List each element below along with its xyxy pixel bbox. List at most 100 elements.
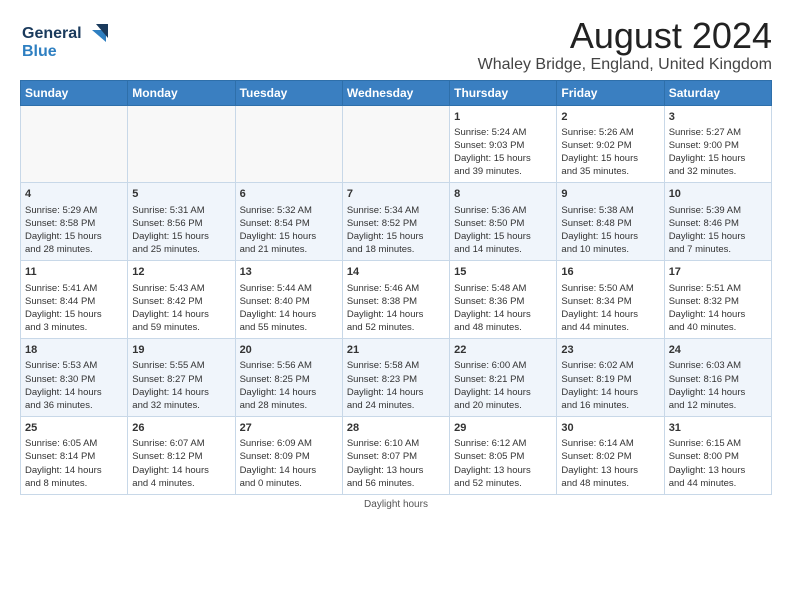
day-number: 1	[454, 110, 552, 125]
day-info: Sunrise: 5:29 AMSunset: 8:58 PMDaylight:…	[25, 204, 123, 256]
calendar-cell: 29Sunrise: 6:12 AMSunset: 8:05 PMDayligh…	[450, 416, 557, 494]
calendar-cell: 2Sunrise: 5:26 AMSunset: 9:02 PMDaylight…	[557, 105, 664, 183]
day-number: 29	[454, 421, 552, 436]
svg-text:General: General	[22, 25, 82, 42]
day-number: 13	[240, 265, 338, 280]
day-info: Sunrise: 6:15 AMSunset: 8:00 PMDaylight:…	[669, 437, 767, 489]
day-number: 15	[454, 265, 552, 280]
day-number: 31	[669, 421, 767, 436]
header: General Blue August 2024 Whaley Bridge, …	[20, 16, 772, 74]
footer-text: Daylight hours	[364, 499, 428, 510]
calendar-cell: 13 Sunrise: 5:44 AMSunset: 8:40 PMDayligh…	[235, 261, 342, 339]
day-number: 20	[240, 343, 338, 358]
day-number: 30	[561, 421, 659, 436]
calendar-cell: 27Sunrise: 6:09 AMSunset: 8:09 PMDayligh…	[235, 416, 342, 494]
day-number: 9	[561, 187, 659, 202]
calendar-cell: 17 Sunrise: 5:51 AMSunset: 8:32 PMDayligh…	[664, 261, 771, 339]
day-number: 22	[454, 343, 552, 358]
day-info: Sunrise: 5:38 AMSunset: 8:48 PMDaylight:…	[561, 204, 659, 256]
logo: General Blue	[20, 16, 110, 69]
day-number: 21	[347, 343, 445, 358]
day-info: Sunrise: 6:03 AMSunset: 8:16 PMDaylight:…	[669, 359, 767, 411]
day-number: 7	[347, 187, 445, 202]
day-number: 28	[347, 421, 445, 436]
day-number: 5	[132, 187, 230, 202]
title-area: August 2024 Whaley Bridge, England, Unit…	[478, 16, 772, 74]
day-number: 23	[561, 343, 659, 358]
day-number: 19	[132, 343, 230, 358]
calendar-cell: 14 Sunrise: 5:46 AMSunset: 8:38 PMDayligh…	[342, 261, 449, 339]
day-number: 11	[25, 265, 123, 280]
day-number: 4	[25, 187, 123, 202]
calendar-cell: 9 Sunrise: 5:38 AMSunset: 8:48 PMDaylight…	[557, 183, 664, 261]
day-info: Sunrise: 5:32 AMSunset: 8:54 PMDaylight:…	[240, 204, 338, 256]
calendar-cell: 16Sunrise: 5:50 AMSunset: 8:34 PMDayligh…	[557, 261, 664, 339]
calendar-cell: 4 Sunrise: 5:29 AMSunset: 8:58 PMDaylight…	[21, 183, 128, 261]
day-number: 18	[25, 343, 123, 358]
day-number: 27	[240, 421, 338, 436]
day-number: 6	[240, 187, 338, 202]
calendar-cell: 23Sunrise: 6:02 AMSunset: 8:19 PMDayligh…	[557, 339, 664, 417]
calendar-cell	[235, 105, 342, 183]
day-number: 3	[669, 110, 767, 125]
day-number: 26	[132, 421, 230, 436]
calendar-cell	[342, 105, 449, 183]
day-info: Sunrise: 6:14 AMSunset: 8:02 PMDaylight:…	[561, 437, 659, 489]
calendar-cell: 1Sunrise: 5:24 AMSunset: 9:03 PMDaylight…	[450, 105, 557, 183]
day-info: Sunrise: 6:07 AMSunset: 8:12 PMDaylight:…	[132, 437, 230, 489]
day-info: Sunrise: 5:46 AMSunset: 8:38 PMDaylight:…	[347, 282, 445, 334]
calendar-week-3: 18Sunrise: 5:53 AMSunset: 8:30 PMDayligh…	[21, 339, 772, 417]
day-info: Sunrise: 5:39 AMSunset: 8:46 PMDaylight:…	[669, 204, 767, 256]
calendar-cell: 8Sunrise: 5:36 AMSunset: 8:50 PMDaylight…	[450, 183, 557, 261]
day-info: Sunrise: 6:02 AMSunset: 8:19 PMDaylight:…	[561, 359, 659, 411]
calendar-cell: 24Sunrise: 6:03 AMSunset: 8:16 PMDayligh…	[664, 339, 771, 417]
calendar-cell: 28Sunrise: 6:10 AMSunset: 8:07 PMDayligh…	[342, 416, 449, 494]
day-info: Sunrise: 5:34 AMSunset: 8:52 PMDaylight:…	[347, 204, 445, 256]
calendar-header-row: Sunday Monday Tuesday Wednesday Thursday…	[21, 80, 772, 105]
svg-text:Blue: Blue	[22, 43, 57, 60]
calendar-cell: 22Sunrise: 6:00 AMSunset: 8:21 PMDayligh…	[450, 339, 557, 417]
calendar-cell	[21, 105, 128, 183]
day-info: Sunrise: 6:10 AMSunset: 8:07 PMDaylight:…	[347, 437, 445, 489]
col-wednesday: Wednesday	[342, 80, 449, 105]
calendar-cell: 6 Sunrise: 5:32 AMSunset: 8:54 PMDaylight…	[235, 183, 342, 261]
day-info: Sunrise: 5:51 AMSunset: 8:32 PMDaylight:…	[669, 282, 767, 334]
day-info: Sunrise: 5:55 AMSunset: 8:27 PMDaylight:…	[132, 359, 230, 411]
calendar-week-2: 11Sunrise: 5:41 AMSunset: 8:44 PMDayligh…	[21, 261, 772, 339]
day-number: 17	[669, 265, 767, 280]
day-info: Sunrise: 6:09 AMSunset: 8:09 PMDaylight:…	[240, 437, 338, 489]
calendar-cell: 10 Sunrise: 5:39 AMSunset: 8:46 PMDayligh…	[664, 183, 771, 261]
day-number: 12	[132, 265, 230, 280]
col-thursday: Thursday	[450, 80, 557, 105]
day-number: 2	[561, 110, 659, 125]
calendar-cell: 19Sunrise: 5:55 AMSunset: 8:27 PMDayligh…	[128, 339, 235, 417]
col-sunday: Sunday	[21, 80, 128, 105]
col-tuesday: Tuesday	[235, 80, 342, 105]
calendar-cell: 30Sunrise: 6:14 AMSunset: 8:02 PMDayligh…	[557, 416, 664, 494]
day-info: Sunrise: 5:53 AMSunset: 8:30 PMDaylight:…	[25, 359, 123, 411]
day-info: Sunrise: 5:24 AMSunset: 9:03 PMDaylight:…	[454, 126, 552, 178]
calendar-cell: 26Sunrise: 6:07 AMSunset: 8:12 PMDayligh…	[128, 416, 235, 494]
day-number: 14	[347, 265, 445, 280]
calendar-week-1: 4 Sunrise: 5:29 AMSunset: 8:58 PMDaylight…	[21, 183, 772, 261]
day-info: Sunrise: 5:48 AMSunset: 8:36 PMDaylight:…	[454, 282, 552, 334]
footer: Daylight hours	[20, 499, 772, 510]
day-info: Sunrise: 5:27 AMSunset: 9:00 PMDaylight:…	[669, 126, 767, 178]
day-info: Sunrise: 5:43 AMSunset: 8:42 PMDaylight:…	[132, 282, 230, 334]
day-info: Sunrise: 5:26 AMSunset: 9:02 PMDaylight:…	[561, 126, 659, 178]
day-info: Sunrise: 5:44 AMSunset: 8:40 PMDaylight:…	[240, 282, 338, 334]
calendar-cell: 18Sunrise: 5:53 AMSunset: 8:30 PMDayligh…	[21, 339, 128, 417]
calendar-cell: 25Sunrise: 6:05 AMSunset: 8:14 PMDayligh…	[21, 416, 128, 494]
page: General Blue August 2024 Whaley Bridge, …	[0, 0, 792, 520]
day-info: Sunrise: 5:58 AMSunset: 8:23 PMDaylight:…	[347, 359, 445, 411]
day-info: Sunrise: 5:31 AMSunset: 8:56 PMDaylight:…	[132, 204, 230, 256]
col-friday: Friday	[557, 80, 664, 105]
day-info: Sunrise: 5:36 AMSunset: 8:50 PMDaylight:…	[454, 204, 552, 256]
calendar-cell: 5 Sunrise: 5:31 AMSunset: 8:56 PMDaylight…	[128, 183, 235, 261]
calendar-cell: 3Sunrise: 5:27 AMSunset: 9:00 PMDaylight…	[664, 105, 771, 183]
calendar-cell: 21Sunrise: 5:58 AMSunset: 8:23 PMDayligh…	[342, 339, 449, 417]
subtitle: Whaley Bridge, England, United Kingdom	[478, 56, 772, 74]
day-number: 10	[669, 187, 767, 202]
col-monday: Monday	[128, 80, 235, 105]
calendar-cell: 11Sunrise: 5:41 AMSunset: 8:44 PMDayligh…	[21, 261, 128, 339]
